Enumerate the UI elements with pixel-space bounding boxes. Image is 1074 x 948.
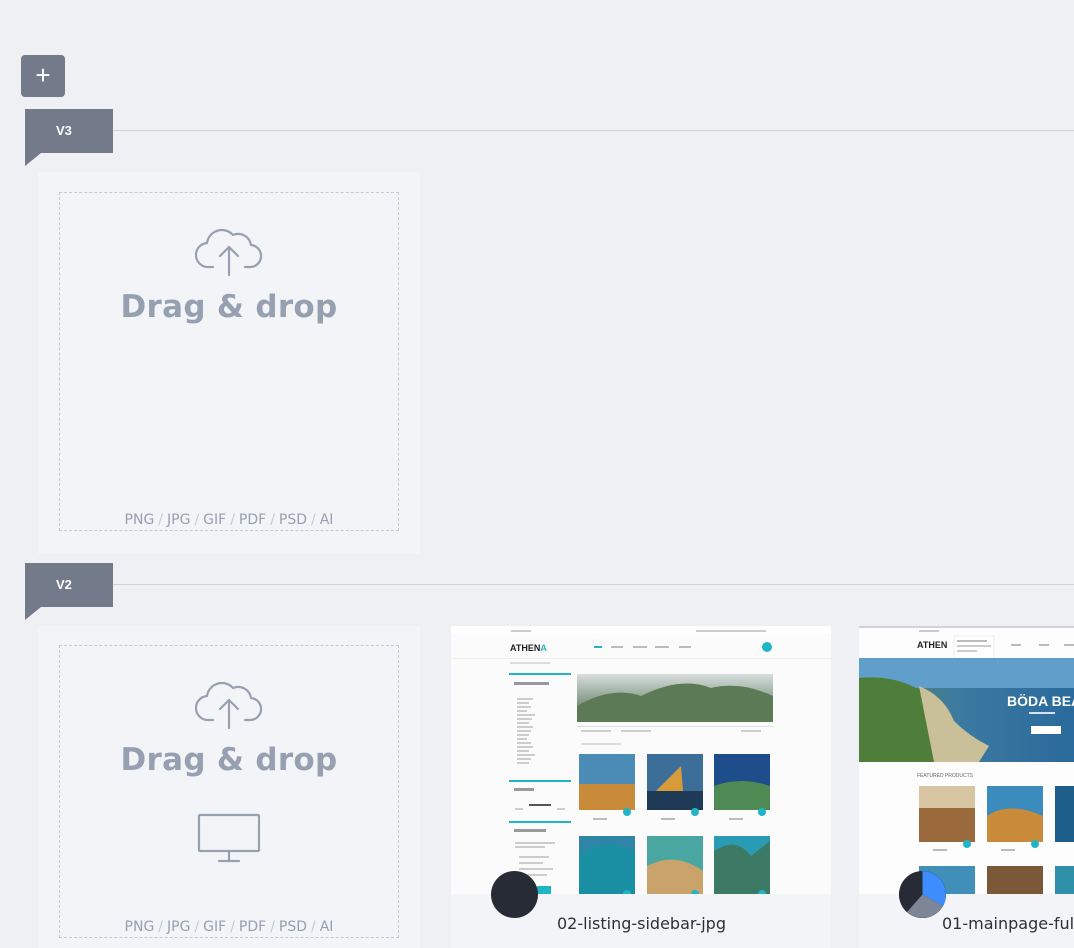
screen-thumbnail-card[interactable]: ATHENA 02-listing-sidebar-jpg (451, 626, 831, 948)
format-separator: / (311, 919, 316, 935)
mock-logo: ATHEN (917, 640, 947, 650)
monitor-icon (197, 813, 261, 870)
dropzone-title: Drag & drop (120, 289, 338, 325)
format-png: PNG (124, 919, 155, 935)
format-separator: / (230, 919, 235, 935)
format-psd: PSD (278, 919, 308, 935)
format-separator: / (194, 919, 200, 935)
format-jpg: JPG (167, 512, 191, 528)
user-avatar[interactable] (899, 871, 946, 918)
user-avatar[interactable] (491, 871, 538, 918)
format-separator: / (230, 512, 235, 528)
screen-thumbnail-card[interactable]: ATHEN BÖDA BEAC FEATURED PRODUCT (859, 626, 1074, 948)
thumbnail-filename[interactable]: 01-mainpage-ful (942, 914, 1074, 933)
add-version-button[interactable]: + (21, 55, 65, 97)
upload-card-v3: Drag & drop PNG / JPG / GIF / PDF / PSD / AI (38, 172, 420, 554)
format-separator: / (194, 512, 200, 528)
format-jpg: JPG (167, 919, 191, 935)
format-gif: GIF (203, 512, 227, 528)
cloud-upload-icon (194, 223, 263, 282)
format-gif: GIF (203, 919, 227, 935)
screen-thumbnail-image[interactable]: ATHENA (451, 626, 831, 894)
format-ai: AI (319, 512, 334, 528)
format-psd: PSD (278, 512, 308, 528)
format-separator: / (311, 512, 316, 528)
dropzone-v2[interactable]: Drag & drop PNG / JPG / GIF / PDF / PSD / AI (59, 645, 399, 938)
section-divider-v2 (110, 584, 1074, 585)
upload-card-v2: Drag & drop PNG / JPG / GIF / PDF / PSD / AI (38, 626, 420, 948)
page: + V3 Drag & drop PNG / JPG / GIF / PDF / PSD / AI … (0, 0, 1074, 948)
mock-hero-text: BÖDA BEAC (1007, 693, 1074, 709)
dropzone-v3[interactable]: Drag & drop PNG / JPG / GIF / PDF / PSD / AI (59, 192, 399, 531)
format-separator: / (158, 919, 164, 935)
format-separator: / (158, 512, 164, 528)
dropzone-title: Drag & drop (120, 742, 338, 778)
cloud-upload-icon (194, 676, 263, 735)
format-separator: / (270, 512, 275, 528)
thumbnail-filename[interactable]: 02-listing-sidebar-jpg (557, 914, 726, 933)
format-pdf: PDF (238, 512, 267, 528)
format-pdf: PDF (238, 919, 267, 935)
format-separator: / (270, 919, 275, 935)
accepted-formats: PNG / JPG / GIF / PDF / PSD / AI (60, 919, 398, 935)
format-ai: AI (319, 919, 334, 935)
version-tag-pointer (25, 607, 41, 620)
version-tag-v3[interactable]: V3 (25, 109, 113, 153)
mock-logo: ATHENA (510, 643, 547, 653)
version-tag-v2[interactable]: V2 (25, 563, 113, 607)
accepted-formats: PNG / JPG / GIF / PDF / PSD / AI (60, 512, 398, 528)
section-divider-v3 (110, 130, 1074, 131)
version-tag-pointer (25, 153, 41, 166)
mock-section-title: FEATURED PRODUCTS (917, 773, 974, 779)
format-png: PNG (124, 512, 155, 528)
screen-thumbnail-image[interactable]: ATHEN BÖDA BEAC FEATURED PRODUCT (859, 626, 1074, 894)
